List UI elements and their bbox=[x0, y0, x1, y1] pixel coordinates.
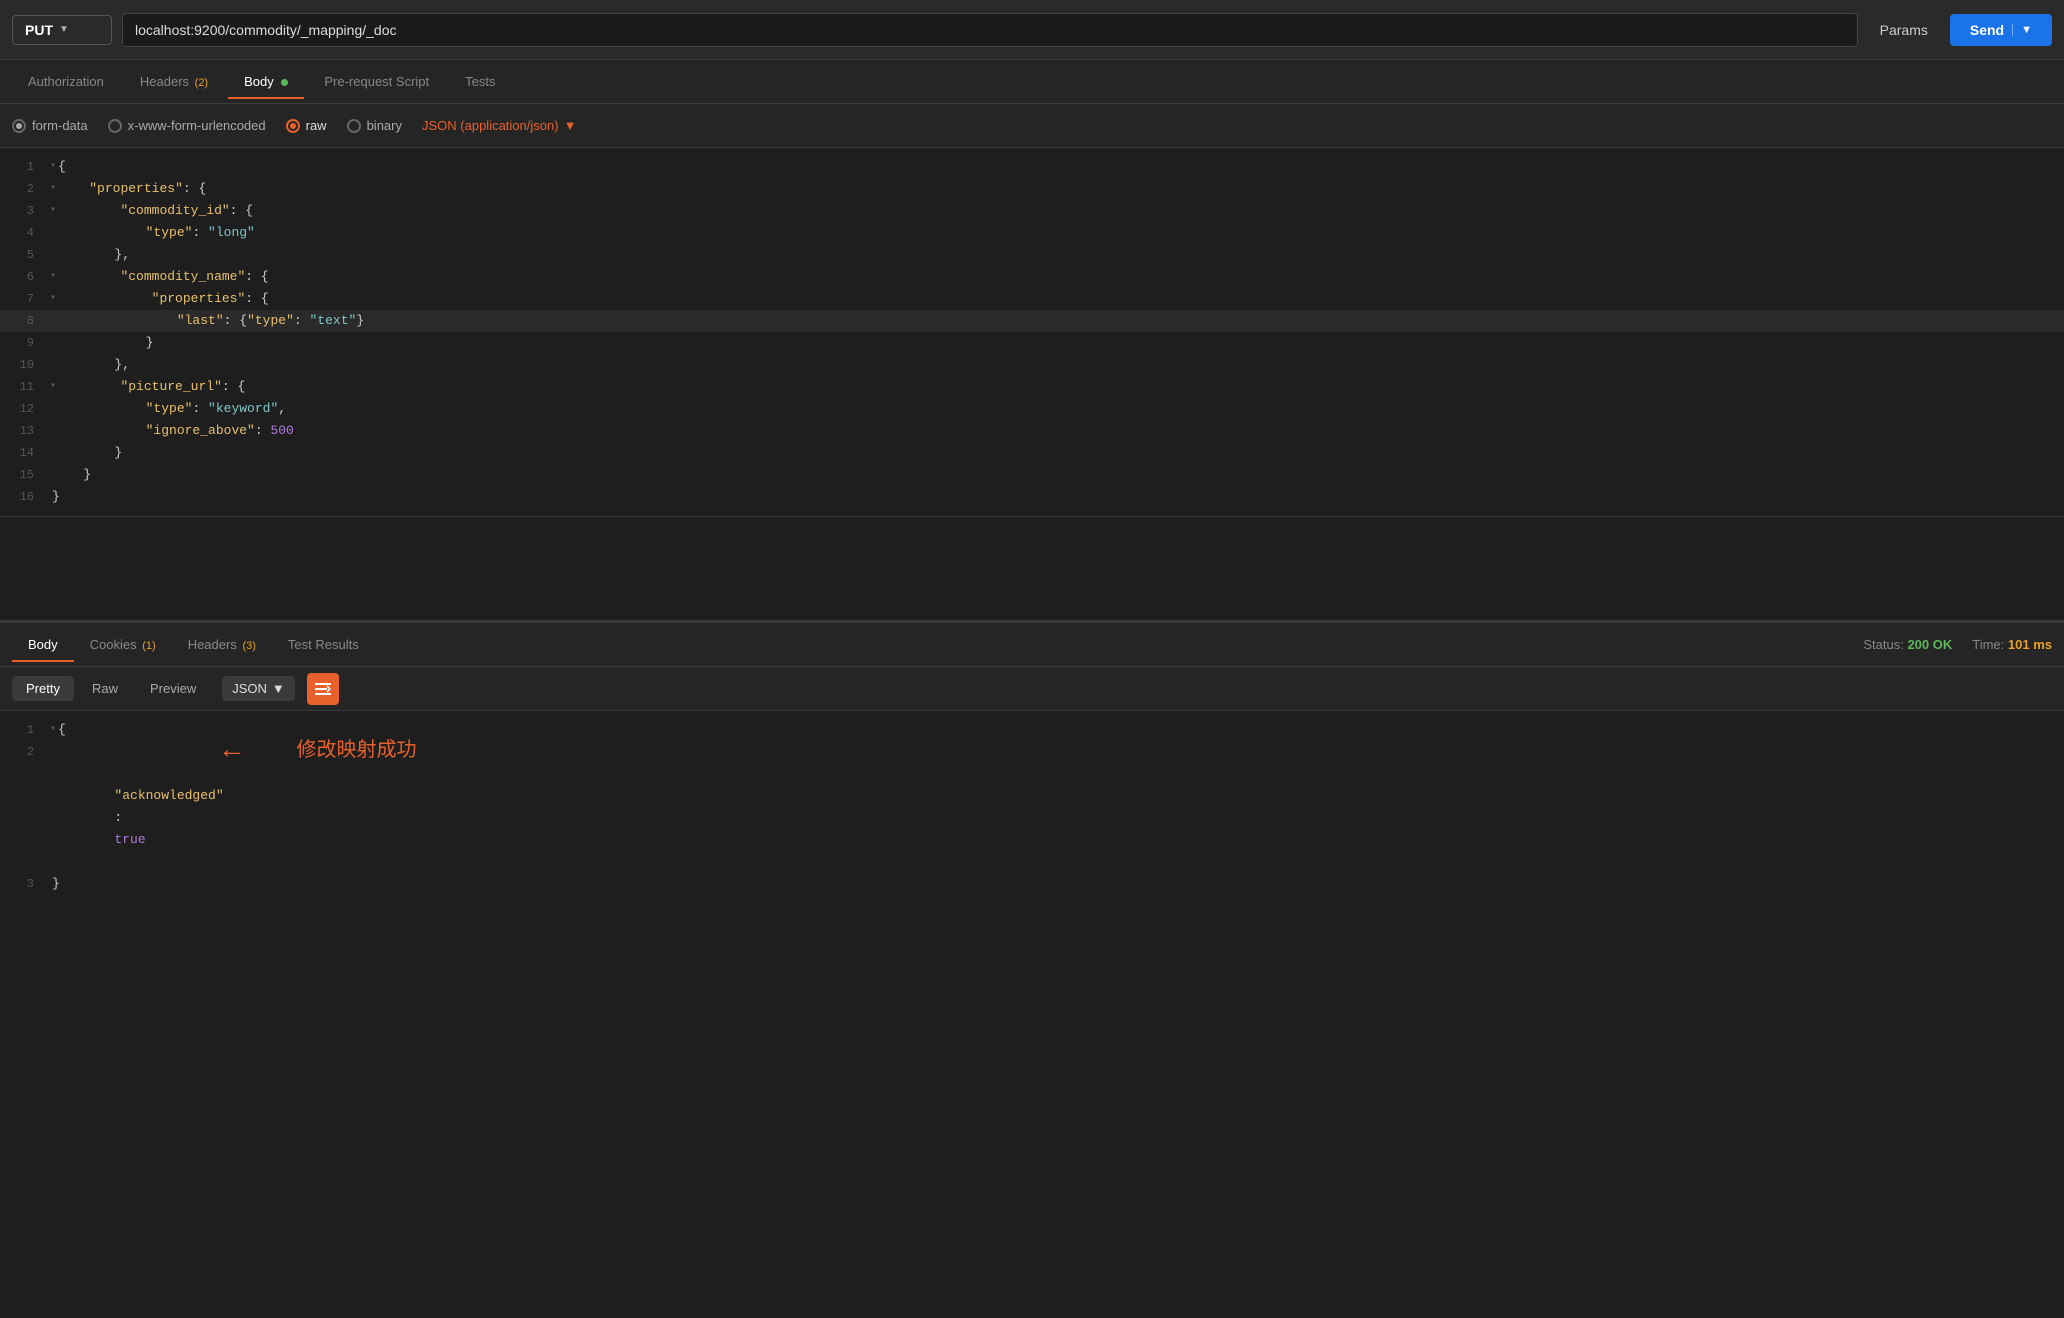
annotation-text: 修改映射成功 bbox=[296, 741, 416, 763]
response-status-bar: Status: 200 OK Time: 101 ms bbox=[1863, 637, 2052, 652]
url-encoded-radio[interactable] bbox=[108, 119, 122, 133]
tab-body[interactable]: Body bbox=[228, 64, 304, 99]
form-data-radio[interactable] bbox=[12, 119, 26, 133]
code-line-16: 16 } bbox=[0, 486, 2064, 508]
response-format-bar: Pretty Raw Preview JSON ▼ bbox=[0, 667, 2064, 711]
url-encoded-option[interactable]: x-www-form-urlencoded bbox=[108, 118, 266, 133]
response-tab-cookies[interactable]: Cookies (1) bbox=[74, 627, 172, 662]
time-value: 101 ms bbox=[2008, 637, 2052, 652]
wrap-lines-button[interactable] bbox=[307, 673, 339, 705]
body-active-dot bbox=[281, 79, 288, 86]
format-chevron-icon: ▼ bbox=[564, 118, 577, 133]
tab-pre-request[interactable]: Pre-request Script bbox=[308, 64, 445, 99]
method-select[interactable]: PUT ▼ bbox=[12, 15, 112, 45]
response-tab-test-results[interactable]: Test Results bbox=[272, 627, 375, 662]
json-chevron-icon: ▼ bbox=[272, 681, 285, 696]
cookies-badge: (1) bbox=[142, 640, 155, 652]
method-label: PUT bbox=[25, 22, 53, 38]
raw-radio[interactable] bbox=[286, 119, 300, 133]
binary-radio[interactable] bbox=[347, 119, 361, 133]
code-line-2: 2 ▾ "properties": { bbox=[0, 178, 2064, 200]
code-line-1: 1 ▾ { bbox=[0, 156, 2064, 178]
binary-option[interactable]: binary bbox=[347, 118, 402, 133]
json-format-select[interactable]: JSON ▼ bbox=[222, 676, 295, 701]
code-line-12: 12 "type": "keyword", bbox=[0, 398, 2064, 420]
acknowledged-key: "acknowledged" bbox=[114, 788, 223, 803]
annotation-arrow: ← 修改映射成功 bbox=[224, 741, 417, 763]
send-button[interactable]: Send ▼ bbox=[1950, 14, 2052, 46]
preview-button[interactable]: Preview bbox=[136, 676, 210, 701]
url-bar: PUT ▼ Params Send ▼ bbox=[0, 0, 2064, 60]
tab-tests[interactable]: Tests bbox=[449, 64, 511, 99]
code-line-6: 6 ▾ "commodity_name": { bbox=[0, 266, 2064, 288]
tab-headers[interactable]: Headers (2) bbox=[124, 64, 224, 99]
raw-button[interactable]: Raw bbox=[78, 676, 132, 701]
format-select[interactable]: JSON (application/json) ▼ bbox=[422, 118, 576, 133]
code-line-15: 15 } bbox=[0, 464, 2064, 486]
code-line-3: 3 ▾ "commodity_id": { bbox=[0, 200, 2064, 222]
raw-option[interactable]: raw bbox=[286, 118, 327, 133]
pretty-button[interactable]: Pretty bbox=[12, 676, 74, 701]
response-line-2: 2 "acknowledged" : true ← 修改映射成功 bbox=[0, 741, 2064, 873]
code-line-10: 10 }, bbox=[0, 354, 2064, 376]
tab-authorization[interactable]: Authorization bbox=[12, 64, 120, 99]
send-label: Send bbox=[1970, 22, 2004, 38]
code-line-14: 14 } bbox=[0, 442, 2064, 464]
params-button[interactable]: Params bbox=[1868, 16, 1940, 44]
response-tab-body[interactable]: Body bbox=[12, 627, 74, 662]
code-line-7: 7 ▾ "properties": { bbox=[0, 288, 2064, 310]
status-value: 200 OK bbox=[1907, 637, 1952, 652]
request-code-editor[interactable]: 1 ▾ { 2 ▾ "properties": { 3 ▾ "commodity… bbox=[0, 148, 2064, 517]
response-code-editor[interactable]: 1 ▾ { 2 "acknowledged" : true ← 修改映射成功 3… bbox=[0, 711, 2064, 903]
code-line-5: 5 }, bbox=[0, 244, 2064, 266]
form-data-option[interactable]: form-data bbox=[12, 118, 88, 133]
code-line-4: 4 "type": "long" bbox=[0, 222, 2064, 244]
send-chevron-icon[interactable]: ▼ bbox=[2012, 24, 2032, 36]
code-line-8: 8 "last": {"type": "text"} bbox=[0, 310, 2064, 332]
acknowledged-value: true bbox=[114, 832, 145, 847]
response-line-1: 1 ▾ { bbox=[0, 719, 2064, 741]
headers-badge: (2) bbox=[195, 77, 208, 89]
code-line-9: 9 } bbox=[0, 332, 2064, 354]
method-chevron-icon: ▼ bbox=[59, 24, 69, 35]
code-line-13: 13 "ignore_above": 500 bbox=[0, 420, 2064, 442]
body-options-bar: form-data x-www-form-urlencoded raw bina… bbox=[0, 104, 2064, 148]
response-tab-bar: Body Cookies (1) Headers (3) Test Result… bbox=[0, 623, 2064, 667]
response-section: Body Cookies (1) Headers (3) Test Result… bbox=[0, 620, 2064, 1318]
response-tab-headers[interactable]: Headers (3) bbox=[172, 627, 272, 662]
code-line-11: 11 ▾ "picture_url": { bbox=[0, 376, 2064, 398]
response-line-3: 3 } bbox=[0, 873, 2064, 895]
response-headers-badge: (3) bbox=[242, 640, 255, 652]
request-tab-bar: Authorization Headers (2) Body Pre-reque… bbox=[0, 60, 2064, 104]
url-input[interactable] bbox=[122, 13, 1858, 47]
